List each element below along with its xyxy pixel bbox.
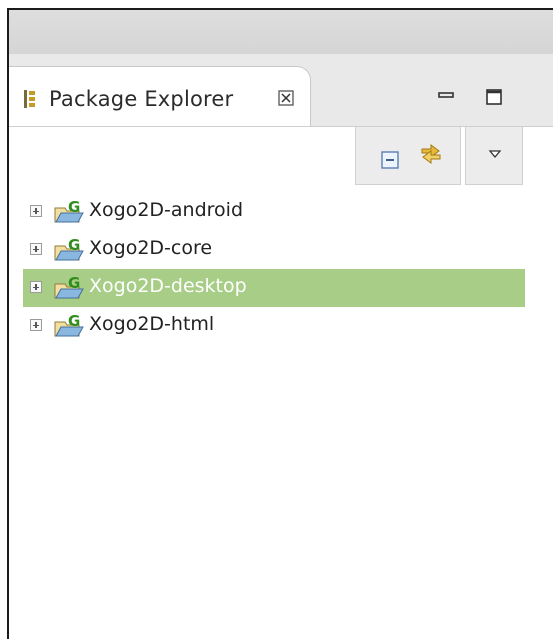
tree-item-label: Xogo2D-desktop: [89, 275, 247, 297]
collapse-all-icon[interactable]: [378, 147, 404, 173]
tree-item-xogo2d-desktop[interactable]: G Xogo2D-desktop: [23, 269, 525, 307]
expand-icon[interactable]: [30, 243, 42, 255]
expand-icon[interactable]: [30, 319, 42, 331]
package-explorer-content: G Xogo2D-android G Xogo2D-core G Xogo2D-…: [9, 126, 553, 639]
tree-item-xogo2d-html[interactable]: G Xogo2D-html: [23, 307, 525, 345]
svg-text:G: G: [68, 312, 80, 330]
gradle-project-icon: G: [54, 236, 84, 261]
view-tab-row: Package Explorer: [9, 54, 553, 126]
close-icon[interactable]: [277, 89, 295, 107]
gradle-project-icon: G: [54, 274, 84, 299]
view-menu[interactable]: [465, 127, 523, 185]
package-explorer-icon: [24, 90, 35, 108]
tab-title: Package Explorer: [49, 87, 234, 111]
expand-icon[interactable]: [30, 205, 42, 217]
gradle-project-icon: G: [54, 312, 84, 337]
svg-text:G: G: [68, 198, 80, 216]
project-tree: G Xogo2D-android G Xogo2D-core G Xogo2D-…: [9, 193, 553, 345]
chevron-down-icon[interactable]: [482, 141, 508, 167]
tab-package-explorer[interactable]: Package Explorer: [9, 66, 311, 126]
tree-item-label: Xogo2D-android: [89, 199, 244, 221]
window-top-strip: [9, 10, 553, 55]
expand-icon[interactable]: [30, 281, 42, 293]
maximize-icon[interactable]: [483, 86, 505, 108]
eclipse-window: Package Explorer G Xogo2D-android G Xogo…: [7, 8, 553, 639]
gradle-project-icon: G: [54, 198, 84, 223]
tree-item-xogo2d-core[interactable]: G Xogo2D-core: [23, 231, 525, 269]
svg-text:G: G: [68, 274, 80, 292]
tree-item-label: Xogo2D-html: [89, 313, 215, 335]
link-with-editor-icon[interactable]: [418, 141, 444, 167]
view-toolbar: [355, 127, 461, 185]
tree-item-xogo2d-android[interactable]: G Xogo2D-android: [23, 193, 525, 231]
screenshot-frame: Package Explorer G Xogo2D-android G Xogo…: [0, 0, 553, 639]
tree-item-label: Xogo2D-core: [89, 237, 213, 259]
svg-text:G: G: [68, 236, 80, 254]
minimize-icon[interactable]: [435, 86, 457, 108]
